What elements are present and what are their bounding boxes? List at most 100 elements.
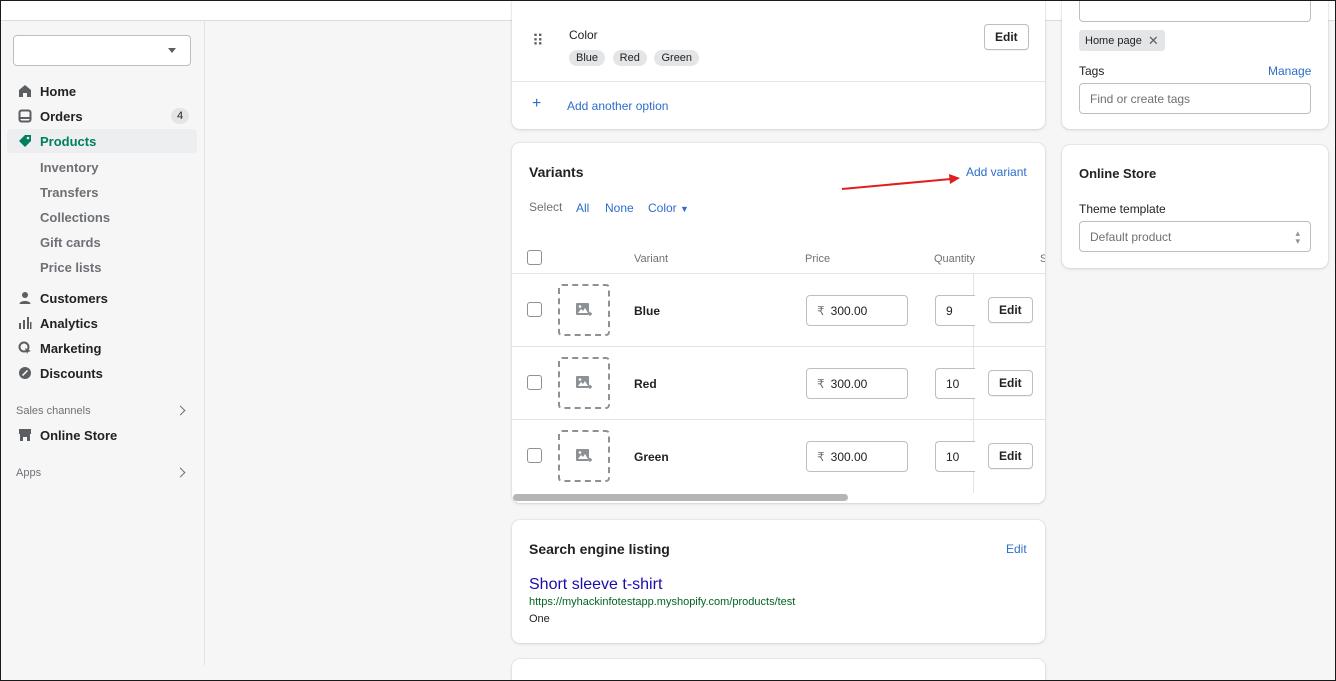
quantity-value: 10	[946, 449, 960, 464]
column-header-sku: S	[1040, 253, 1045, 265]
variant-price-input[interactable]: ₹ 300.00	[806, 368, 908, 399]
caret-down-icon	[168, 48, 176, 53]
column-header-price: Price	[805, 253, 831, 265]
sidebar-item-marketing[interactable]: Marketing	[7, 336, 197, 360]
person-icon	[17, 290, 33, 306]
seo-page-title: Short sleeve t-shirt	[529, 576, 663, 593]
sales-channels-label: Sales channels	[16, 405, 91, 417]
chevron-right-icon[interactable]	[175, 405, 186, 416]
row-checkbox[interactable]	[527, 375, 542, 390]
horizontal-scrollbar[interactable]	[513, 494, 848, 501]
add-variant-link[interactable]: Add variant	[966, 165, 1027, 179]
tags-label: Tags	[1079, 64, 1105, 78]
sidebar-subitem-gift-cards[interactable]: Gift cards	[40, 235, 101, 250]
store-select[interactable]	[13, 35, 191, 66]
currency-symbol: ₹	[817, 449, 825, 464]
edit-variant-button[interactable]: Edit	[988, 443, 1033, 469]
quantity-value: 10	[946, 376, 960, 391]
orders-count-badge: 4	[171, 108, 189, 124]
row-checkbox[interactable]	[527, 302, 542, 317]
plus-icon[interactable]: +	[532, 96, 541, 112]
select-all-checkbox[interactable]	[527, 250, 542, 265]
sidebar-item-label: Discounts	[40, 365, 103, 381]
organization-card: Home page ✕ Tags Manage Find or create t…	[1062, 1, 1328, 129]
sidebar-subitem-collections[interactable]: Collections	[40, 210, 110, 225]
theme-template-select[interactable]: Default product ▴ ▾	[1079, 221, 1311, 252]
sidebar-subitem-inventory[interactable]: Inventory	[40, 160, 99, 175]
sidebar-subitem-price-lists[interactable]: Price lists	[40, 260, 101, 275]
seo-description: One	[529, 613, 550, 625]
close-icon[interactable]: ✕	[1148, 33, 1159, 49]
variant-quantity-input[interactable]: 10	[935, 441, 975, 472]
tags-placeholder: Find or create tags	[1090, 91, 1191, 106]
variant-quantity-input[interactable]: 9	[935, 295, 975, 326]
variant-price-input[interactable]: ₹ 300.00	[806, 295, 908, 326]
select-all-link[interactable]: All	[576, 201, 589, 215]
option-value-pill: Green	[654, 50, 700, 66]
drag-handle-icon[interactable]: ⠿	[532, 34, 545, 50]
chevron-right-icon[interactable]	[175, 467, 186, 478]
sidebar-item-products[interactable]: Products	[7, 129, 197, 153]
variant-price-input[interactable]: ₹ 300.00	[806, 441, 908, 472]
row-checkbox[interactable]	[527, 448, 542, 463]
add-image-button[interactable]	[558, 357, 610, 409]
price-value: 300.00	[830, 376, 868, 391]
add-image-icon	[576, 376, 592, 389]
manage-tags-link[interactable]: Manage	[1268, 64, 1311, 78]
app-frame: Home Orders 4 Products Inventory Transfe…	[0, 0, 1336, 681]
add-image-button[interactable]	[558, 430, 610, 482]
variant-quantity-input[interactable]: 10	[935, 368, 975, 399]
sidebar-item-orders[interactable]: Orders 4	[7, 104, 197, 128]
seo-title: Search engine listing	[529, 541, 670, 557]
option-values: Blue Red Green	[569, 49, 703, 66]
select-color-dropdown[interactable]: Color ▼	[648, 201, 689, 215]
variants-card: Variants Add variant Select All None Col…	[512, 143, 1045, 503]
edit-variant-button[interactable]: Edit	[988, 370, 1033, 396]
discount-icon	[17, 365, 33, 381]
edit-variant-button[interactable]: Edit	[988, 297, 1033, 323]
sidebar-item-home[interactable]: Home	[7, 79, 197, 103]
divider	[512, 346, 1045, 347]
sidebar-item-online-store[interactable]: Online Store	[7, 423, 197, 447]
sidebar-item-customers[interactable]: Customers	[7, 286, 197, 310]
variant-name: Blue	[634, 304, 661, 318]
collection-tag: Home page ✕	[1079, 30, 1165, 51]
select-label: Select	[529, 200, 563, 214]
caret-down-icon: ▼	[680, 204, 689, 214]
option-value-pill: Red	[612, 50, 647, 66]
column-header-quantity: Quantity	[934, 253, 975, 265]
currency-symbol: ₹	[817, 376, 825, 391]
sidebar-item-label: Analytics	[40, 315, 98, 331]
seo-edit-link[interactable]: Edit	[1006, 542, 1027, 556]
add-another-option-link[interactable]: Add another option	[567, 99, 668, 113]
collections-input[interactable]	[1079, 1, 1311, 22]
sidebar-item-label: Orders	[40, 108, 83, 124]
variant-name: Green	[634, 450, 669, 464]
next-card	[512, 659, 1045, 680]
divider	[512, 419, 1045, 420]
marketing-icon	[17, 340, 33, 356]
store-icon	[17, 427, 33, 443]
sidebar-item-discounts[interactable]: Discounts	[7, 361, 197, 385]
quantity-value: 9	[946, 303, 953, 318]
sidebar-item-label: Online Store	[40, 427, 118, 443]
seo-card: Search engine listing Edit Short sleeve …	[512, 520, 1045, 643]
analytics-icon	[17, 315, 33, 331]
select-none-link[interactable]: None	[605, 201, 634, 215]
sidebar-subitem-transfers[interactable]: Transfers	[40, 185, 99, 200]
sidebar-item-label: Home	[40, 83, 77, 99]
add-image-button[interactable]	[558, 284, 610, 336]
edit-option-button[interactable]: Edit	[984, 24, 1029, 50]
currency-symbol: ₹	[817, 303, 825, 318]
apps-label: Apps	[16, 467, 42, 479]
add-image-icon	[576, 303, 592, 316]
option-value-pill: Blue	[569, 50, 606, 66]
divider	[512, 273, 1045, 274]
tags-input[interactable]: Find or create tags	[1079, 83, 1311, 114]
select-arrows-icon: ▴ ▾	[1295, 228, 1300, 246]
online-store-title: Online Store	[1079, 166, 1157, 181]
sidebar-item-analytics[interactable]: Analytics	[7, 311, 197, 335]
add-image-icon	[576, 449, 592, 462]
options-card: ⠿ Color Blue Red Green Edit + Add anothe…	[512, 1, 1045, 129]
variants-title: Variants	[529, 164, 584, 180]
